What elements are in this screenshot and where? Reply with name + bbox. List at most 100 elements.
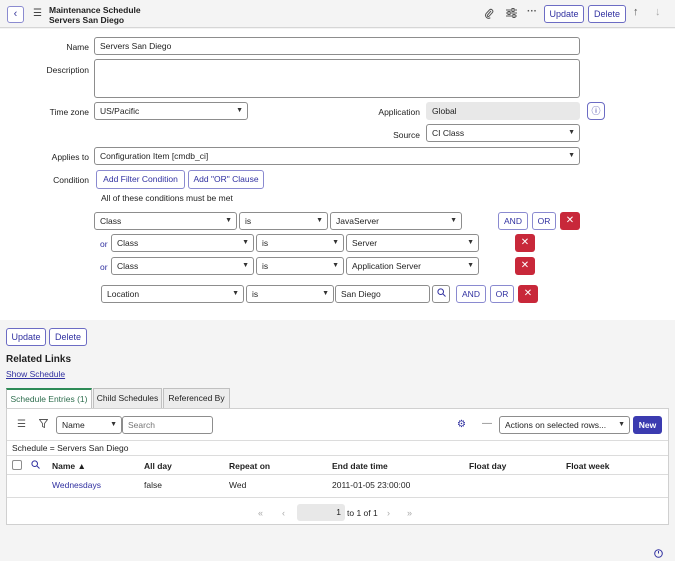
chevron-down-icon: ▼ <box>242 262 249 269</box>
close-icon: ✕ <box>565 215 575 226</box>
condition-4-and-button[interactable]: AND <box>456 285 486 303</box>
chevron-down-icon: ▼ <box>322 290 329 297</box>
new-button[interactable]: New <box>633 416 662 434</box>
list-menu-icon[interactable]: ☰ <box>17 419 26 430</box>
condition-3-operator-value: is <box>262 261 269 271</box>
attachment-icon[interactable] <box>484 8 494 22</box>
delete-button[interactable]: Delete <box>588 5 626 23</box>
condition-2-field[interactable]: Class ▼ <box>111 234 254 252</box>
divider <box>7 497 668 498</box>
description-label: Description <box>46 65 89 75</box>
filter-icon[interactable] <box>38 419 49 430</box>
collapse-icon[interactable]: — <box>482 418 492 429</box>
next-record-icon[interactable]: ↓ <box>655 6 661 18</box>
condition-2-value[interactable]: Server ▼ <box>346 234 479 252</box>
name-label: Name <box>66 42 89 52</box>
condition-1-operator[interactable]: is ▼ <box>239 212 328 230</box>
column-search-icon[interactable] <box>31 460 40 471</box>
condition-2-delete-button[interactable]: ✕ <box>515 234 535 252</box>
column-header-all-day[interactable]: All day <box>144 461 172 471</box>
first-page-icon[interactable]: « <box>258 508 263 518</box>
conditions-hint: All of these conditions must be met <box>101 193 233 203</box>
name-field[interactable]: Servers San Diego <box>94 37 580 55</box>
condition-1-value[interactable]: JavaServer ▼ <box>330 212 462 230</box>
condition-1-field[interactable]: Class ▼ <box>94 212 237 230</box>
show-schedule-link[interactable]: Show Schedule <box>6 369 65 379</box>
lookup-button[interactable] <box>432 285 450 303</box>
row-repeat-on: Wed <box>229 480 247 490</box>
bottom-delete-button[interactable]: Delete <box>49 328 87 346</box>
context-menu-icon[interactable]: ☰ <box>33 8 42 19</box>
condition-3-field[interactable]: Class ▼ <box>111 257 254 275</box>
search-input[interactable] <box>122 416 213 434</box>
actions-select[interactable]: Actions on selected rows... ▼ <box>499 416 630 434</box>
chevron-down-icon: ▼ <box>232 290 239 297</box>
chevron-down-icon: ▼ <box>242 239 249 246</box>
condition-3-field-value: Class <box>117 261 139 271</box>
back-button[interactable]: ‹ <box>7 6 24 23</box>
timezone-select[interactable]: US/Pacific ▼ <box>94 102 248 120</box>
previous-record-icon[interactable]: ↑ <box>633 6 639 18</box>
response-time-icon[interactable] <box>654 549 663 560</box>
column-header-float-day[interactable]: Float day <box>469 461 506 471</box>
gear-icon[interactable]: ⚙ <box>457 419 466 430</box>
column-header-end-date-time[interactable]: End date time <box>332 461 388 471</box>
condition-2-field-value: Class <box>117 238 139 248</box>
chevron-down-icon: ▼ <box>467 262 474 269</box>
info-button[interactable]: ⓘ <box>587 102 605 120</box>
chevron-down-icon: ▼ <box>332 239 339 246</box>
condition-4-value[interactable]: San Diego <box>335 285 430 303</box>
condition-3-value[interactable]: Application Server ▼ <box>346 257 479 275</box>
bottom-update-button[interactable]: Update <box>6 328 46 346</box>
source-select[interactable]: CI Class ▼ <box>426 124 580 142</box>
column-header-name[interactable]: Name ▲ <box>52 461 86 471</box>
condition-4-operator[interactable]: is ▼ <box>246 285 334 303</box>
search-field-select[interactable]: Name ▼ <box>56 416 122 434</box>
select-all-checkbox[interactable] <box>12 460 22 470</box>
divider <box>7 474 668 475</box>
column-header-float-week[interactable]: Float week <box>566 461 609 471</box>
condition-3-delete-button[interactable]: ✕ <box>515 257 535 275</box>
chevron-down-icon: ▼ <box>225 217 232 224</box>
condition-1-and-button[interactable]: AND <box>498 212 528 230</box>
chevron-down-icon: ▼ <box>618 421 625 428</box>
previous-page-icon[interactable]: ‹ <box>282 508 285 518</box>
add-or-clause-button[interactable]: Add "OR" Clause <box>188 170 264 189</box>
search-field-value: Name <box>62 420 85 430</box>
chevron-down-icon: ▼ <box>332 262 339 269</box>
condition-4-field[interactable]: Location ▼ <box>101 285 244 303</box>
condition-1-or-button[interactable]: OR <box>532 212 556 230</box>
chevron-down-icon: ▼ <box>467 239 474 246</box>
add-filter-condition-button[interactable]: Add Filter Condition <box>96 170 185 189</box>
description-field[interactable] <box>94 59 580 98</box>
or-label: or <box>100 239 108 249</box>
tab-referenced-by[interactable]: Referenced By <box>163 388 230 408</box>
tab-child-schedules[interactable]: Child Schedules <box>93 388 162 408</box>
chevron-down-icon: ▼ <box>110 421 117 428</box>
applies-to-select[interactable]: Configuration Item [cmdb_ci] ▼ <box>94 147 580 165</box>
condition-4-delete-button[interactable]: ✕ <box>518 285 538 303</box>
condition-2-operator-value: is <box>262 238 269 248</box>
page-number-input[interactable]: 1 <box>297 504 345 521</box>
condition-4-operator-value: is <box>252 289 259 299</box>
close-icon: ✕ <box>520 237 530 248</box>
tab-schedule-entries[interactable]: Schedule Entries (1) <box>6 388 92 408</box>
settings-sliders-icon[interactable] <box>506 8 517 21</box>
next-page-icon[interactable]: › <box>387 508 390 518</box>
column-header-repeat-on[interactable]: Repeat on <box>229 461 270 471</box>
condition-1-value-text: JavaServer <box>336 216 379 226</box>
update-button[interactable]: Update <box>544 5 584 23</box>
condition-3-value-text: Application Server <box>352 261 421 271</box>
condition-1-delete-button[interactable]: ✕ <box>560 212 580 230</box>
more-options-icon[interactable]: ··· <box>527 6 537 17</box>
condition-4-or-button[interactable]: OR <box>490 285 514 303</box>
chevron-down-icon: ▼ <box>568 152 575 159</box>
row-name-link[interactable]: Wednesdays <box>52 480 101 490</box>
condition-3-operator[interactable]: is ▼ <box>256 257 344 275</box>
chevron-down-icon: ▼ <box>568 129 575 136</box>
condition-1-operator-value: is <box>245 216 252 226</box>
condition-label: Condition <box>53 175 89 185</box>
last-page-icon[interactable]: » <box>407 508 412 518</box>
list-breadcrumb[interactable]: Schedule = Servers San Diego <box>12 443 128 453</box>
condition-2-operator[interactable]: is ▼ <box>256 234 344 252</box>
